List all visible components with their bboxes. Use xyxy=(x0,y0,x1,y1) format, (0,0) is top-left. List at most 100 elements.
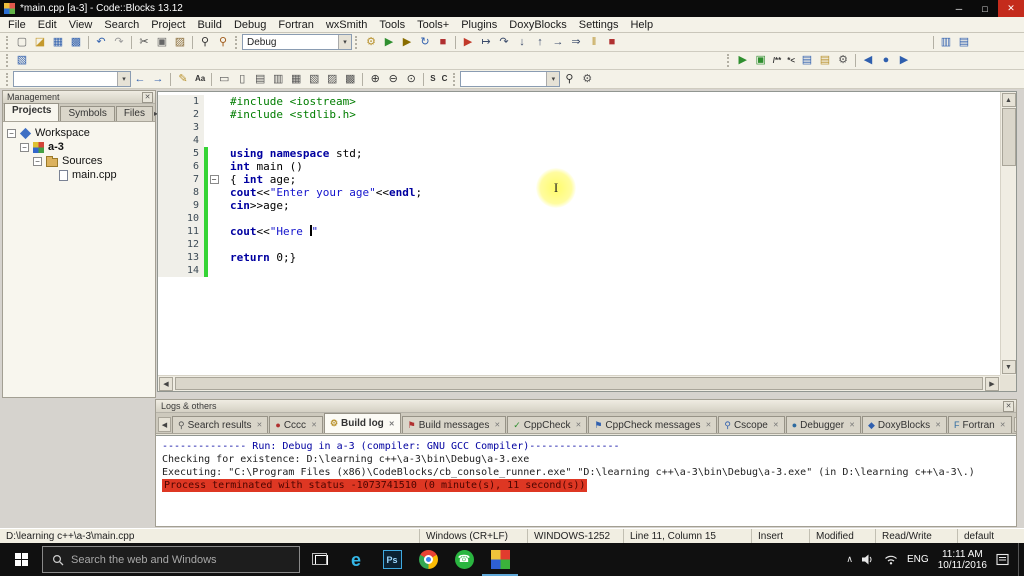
tab-close-icon[interactable]: ✕ xyxy=(1000,421,1006,429)
tab-close-icon[interactable]: ✕ xyxy=(935,421,941,429)
compile-icon[interactable]: ⚙ xyxy=(362,35,380,50)
debugging-windows-icon[interactable]: ▥ xyxy=(937,35,955,50)
run-to-cursor-icon[interactable]: ↦ xyxy=(477,35,495,50)
run-icon[interactable]: ▶ xyxy=(380,35,398,50)
editor-line[interactable]: 7−{ int age; xyxy=(158,173,1000,186)
doxy-view-icon[interactable]: ▣ xyxy=(752,53,770,68)
management-close-icon[interactable]: ✕ xyxy=(142,92,153,103)
wifi-icon[interactable] xyxy=(884,554,898,565)
format-box-icon-5[interactable]: ▦ xyxy=(287,72,305,87)
step-into-icon[interactable]: ↓ xyxy=(513,35,531,50)
taskbar-chrome[interactable] xyxy=(410,543,446,576)
match-case-icon[interactable]: Aa xyxy=(192,72,208,87)
highlight-occurrences-icon[interactable]: ✎ xyxy=(174,72,192,87)
logs-tab-debugger[interactable]: ●Debugger✕ xyxy=(786,416,861,433)
editor-line[interactable]: 10 xyxy=(158,212,1000,225)
menu-tools[interactable]: Tools+ xyxy=(411,18,455,32)
editor-lines[interactable]: 1#include <iostream>2#include <stdlib.h>… xyxy=(158,92,1000,375)
editor-line[interactable]: 13return 0;} xyxy=(158,251,1000,264)
logs-tab-build-log[interactable]: ⚙Build log✕ xyxy=(324,413,401,433)
tab-symbols[interactable]: Symbols xyxy=(60,106,114,121)
browse-back-icon[interactable]: ◀ xyxy=(859,53,877,68)
tab-files[interactable]: Files xyxy=(116,106,153,121)
build-target-select[interactable]: Debug▾ xyxy=(242,34,352,50)
logs-tab-build-messages[interactable]: ⚑Build messages✕ xyxy=(402,416,507,433)
break-debugger-icon[interactable]: ‖ xyxy=(585,35,603,50)
step-out-icon[interactable]: ↑ xyxy=(531,35,549,50)
editor-line[interactable]: 5using namespace std; xyxy=(158,147,1000,160)
tab-close-icon[interactable]: ✕ xyxy=(575,421,581,429)
doxy-line-comment-icon[interactable]: *< xyxy=(784,53,798,68)
editor-line[interactable]: 9cin>>age; xyxy=(158,199,1000,212)
editor-line[interactable]: 2#include <stdlib.h> xyxy=(158,108,1000,121)
language-indicator[interactable]: ENG xyxy=(907,554,929,565)
editor-vertical-scrollbar[interactable]: ▲ ▼ xyxy=(1000,92,1016,375)
menu-doxyblocks[interactable]: DoxyBlocks xyxy=(503,18,572,32)
editor-line[interactable]: 4 xyxy=(158,134,1000,147)
zoom-in-icon[interactable]: ⊕ xyxy=(366,72,384,87)
zoom-reset-icon[interactable]: ⊙ xyxy=(402,72,420,87)
thesaurus-icon[interactable]: C xyxy=(439,72,451,87)
taskbar-clock[interactable]: 11:11 AM 10/11/2016 xyxy=(938,549,987,571)
logs-tab-cppcheck-messages[interactable]: ⚑CppCheck messages✕ xyxy=(588,416,717,433)
next-line-icon[interactable]: ↷ xyxy=(495,35,513,50)
vertical-scroll-thumb[interactable] xyxy=(1002,108,1016,166)
debug-continue-icon[interactable]: ▶ xyxy=(459,35,477,50)
open-file-icon[interactable]: ◪ xyxy=(31,35,49,50)
doxy-config-icon[interactable]: ▤ xyxy=(816,53,834,68)
doxy-block-comment-icon[interactable]: /** xyxy=(770,53,784,68)
close-button[interactable]: ✕ xyxy=(998,0,1024,17)
stop-debugger-icon[interactable]: ■ xyxy=(603,35,621,50)
format-box-icon-2[interactable]: ▯ xyxy=(233,72,251,87)
next-instruction-icon[interactable]: → xyxy=(549,35,567,50)
browse-marker-icon[interactable]: ● xyxy=(877,53,895,68)
tab-close-icon[interactable]: ✕ xyxy=(705,421,711,429)
search-forward-icon[interactable]: → xyxy=(149,72,167,87)
menu-view[interactable]: View xyxy=(63,18,99,32)
tree-item-sources[interactable]: −Sources xyxy=(5,154,153,168)
tab-close-icon[interactable]: ✕ xyxy=(494,421,500,429)
new-file-icon[interactable]: ▢ xyxy=(13,35,31,50)
tabs-scroll-right-icon[interactable]: ▶ xyxy=(1014,417,1016,432)
editor-line[interactable]: 3 xyxy=(158,121,1000,134)
menu-search[interactable]: Search xyxy=(98,18,145,32)
task-view-button[interactable] xyxy=(304,543,338,576)
menu-settings[interactable]: Settings xyxy=(573,18,625,32)
format-box-icon-1[interactable]: ▭ xyxy=(215,72,233,87)
doxy-settings-icon[interactable]: ⚙ xyxy=(834,53,852,68)
editor-line[interactable]: 12 xyxy=(158,238,1000,251)
spell-language-select[interactable]: ▾ xyxy=(460,71,560,87)
taskbar-codeblocks[interactable] xyxy=(482,543,518,576)
rebuild-icon[interactable]: ↻ xyxy=(416,35,434,50)
spell-check-icon[interactable]: S xyxy=(427,72,438,87)
logs-tab-cccc[interactable]: ●Cccc✕ xyxy=(269,416,323,433)
menu-build[interactable]: Build xyxy=(191,18,227,32)
tabs-scroll-left-icon[interactable]: ◀ xyxy=(158,417,171,432)
doxy-extract-icon[interactable]: ▶ xyxy=(734,53,752,68)
redo-icon[interactable]: ↷ xyxy=(110,35,128,50)
cut-icon[interactable]: ✂ xyxy=(135,35,153,50)
tray-expand-icon[interactable]: ∧ xyxy=(846,554,853,565)
format-box-icon-7[interactable]: ▨ xyxy=(323,72,341,87)
step-into-instruction-icon[interactable]: ⇒ xyxy=(567,35,585,50)
taskbar-whatsapp[interactable]: ☎ xyxy=(446,543,482,576)
menu-plugins[interactable]: Plugins xyxy=(455,18,503,32)
menu-fortran[interactable]: Fortran xyxy=(272,18,319,32)
abort-build-icon[interactable]: ■ xyxy=(434,35,452,50)
zoom-out-icon[interactable]: ⊖ xyxy=(384,72,402,87)
find-icon[interactable]: ⚲ xyxy=(196,35,214,50)
tree-item-workspace[interactable]: −Workspace xyxy=(5,126,153,140)
build-and-run-icon[interactable]: ▶ xyxy=(398,35,416,50)
tree-expander-icon[interactable]: − xyxy=(7,129,16,138)
tab-close-icon[interactable]: ✕ xyxy=(311,421,317,429)
editor-line[interactable]: 8cout<<"Enter your age"<<endl; xyxy=(158,186,1000,199)
format-box-icon-8[interactable]: ▩ xyxy=(341,72,359,87)
search-back-icon[interactable]: ← xyxy=(131,72,149,87)
menu-help[interactable]: Help xyxy=(624,18,659,32)
logs-tab-doxyblocks[interactable]: ◆DoxyBlocks✕ xyxy=(862,416,947,433)
notification-center-icon[interactable] xyxy=(996,553,1009,566)
tab-close-icon[interactable]: ✕ xyxy=(389,420,395,428)
save-icon[interactable]: ▦ xyxy=(49,35,67,50)
logs-tab-search-results[interactable]: ⚲Search results✕ xyxy=(172,416,268,433)
tree-expander-icon[interactable]: − xyxy=(33,157,42,166)
